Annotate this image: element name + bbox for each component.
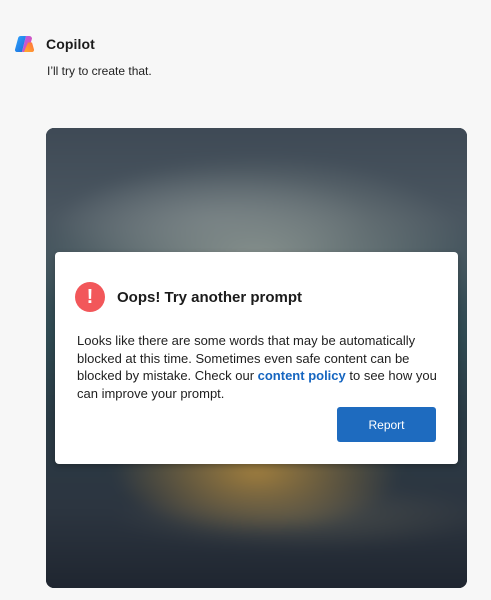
error-dialog: ! Oops! Try another prompt Looks like th…	[55, 252, 458, 464]
dialog-message: Looks like there are some words that may…	[77, 332, 447, 402]
dialog-title: Oops! Try another prompt	[117, 288, 303, 306]
report-button[interactable]: Report	[337, 407, 436, 442]
chat-header: Copilot	[14, 33, 95, 55]
copilot-page: Copilot I’ll try to create that. ! Oops!…	[0, 0, 491, 600]
generated-image-card: ! Oops! Try another prompt Looks like th…	[46, 128, 467, 588]
copilot-logo-icon	[14, 33, 36, 55]
response-message: I’ll try to create that.	[47, 64, 152, 78]
error-exclamation-icon: !	[75, 282, 105, 312]
dialog-header: ! Oops! Try another prompt	[75, 282, 302, 312]
content-policy-link[interactable]: content policy	[258, 368, 346, 383]
app-name: Copilot	[46, 36, 95, 52]
